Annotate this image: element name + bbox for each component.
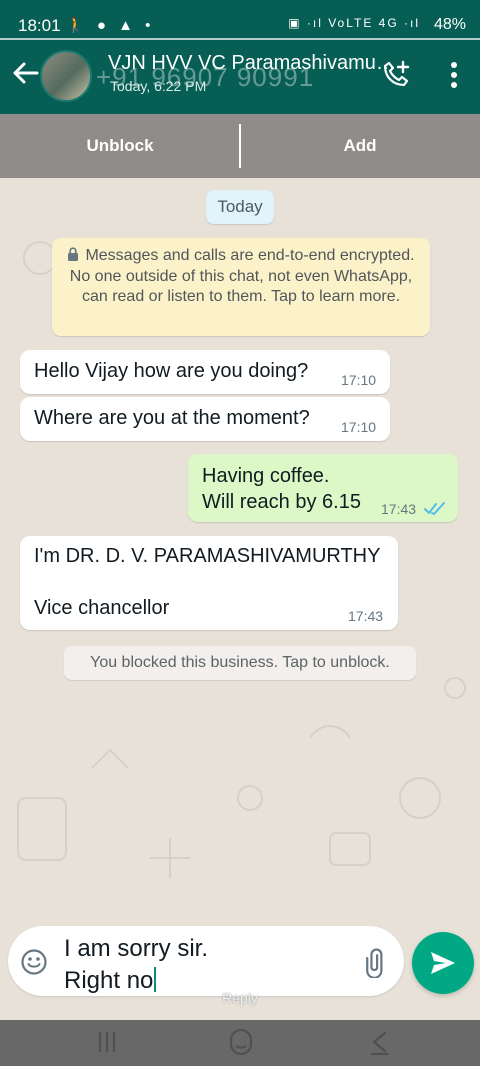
chat-area[interactable]: Today Messages and calls are end-to-end … (0, 178, 480, 920)
status-divider (0, 38, 480, 40)
status-time: 18:01 (18, 16, 61, 35)
message-time: 17:43 (348, 608, 384, 624)
send-icon (429, 950, 457, 976)
blocked-notice[interactable]: You blocked this business. Tap to unbloc… (64, 646, 416, 680)
message-time: 17:10 (341, 372, 377, 388)
recent-apps-icon[interactable] (92, 1025, 122, 1059)
message-input[interactable]: I am sorry sir. Right no (64, 934, 354, 995)
signal-icons: ▣ ·ıl VoLTE 4G ·ıl (288, 16, 420, 30)
message-time: 17:43 (381, 501, 417, 517)
message-bubble[interactable]: Hello Vijay how are you doing? 17:10 (20, 350, 390, 394)
encryption-notice[interactable]: Messages and calls are end-to-end encryp… (52, 238, 430, 336)
chat-header: VJN HVV VC Paramashivamur... +91 96907 9… (0, 42, 480, 114)
text-caret (154, 967, 157, 992)
paperclip-icon[interactable] (360, 948, 390, 979)
unblock-button[interactable]: Unblock (0, 114, 240, 178)
add-contact-button[interactable]: Add (240, 114, 480, 178)
message-input-text: I am sorry sir. Right no (64, 935, 209, 994)
add-call-icon[interactable] (380, 58, 412, 90)
message-text: I'm DR. D. V. PARAMASHIVAMURTHY Vice cha… (34, 545, 381, 619)
battery-indicator: 48% (433, 16, 466, 33)
nav-back-icon[interactable] (364, 1025, 394, 1059)
last-seen: Today, 6:22 PM (110, 78, 207, 94)
double-check-icon (424, 502, 446, 516)
message-text: Hello Vijay how are you doing? (34, 360, 309, 382)
emoji-icon[interactable] (20, 948, 48, 976)
message-bubble[interactable]: I'm DR. D. V. PARAMASHIVAMURTHY Vice cha… (20, 536, 398, 630)
message-text: Where are you at the moment? (34, 407, 310, 429)
status-bar: 18:01 🚶 ● ▲ • ▣ ·ıl VoLTE 4G ·ıl 48% (0, 0, 480, 42)
message-text: Having coffee. Will reach by 6.15 (202, 465, 361, 513)
home-icon[interactable] (226, 1025, 256, 1059)
encryption-text: Messages and calls are end-to-end encryp… (69, 247, 415, 305)
system-nav-bar (0, 1020, 480, 1066)
date-chip: Today (206, 190, 274, 224)
status-left-icons: 🚶 ● ▲ • (66, 17, 155, 34)
lock-icon (67, 247, 79, 261)
message-composer: I am sorry sir. Right no Reply (0, 920, 480, 1020)
send-button[interactable] (412, 932, 474, 994)
message-input-box[interactable]: I am sorry sir. Right no (8, 926, 404, 996)
chevron-up-icon[interactable] (229, 972, 251, 984)
message-time: 17:10 (341, 419, 377, 435)
message-bubble-outgoing[interactable]: Having coffee. Will reach by 6.15 17:43 (188, 454, 458, 522)
reply-label[interactable]: Reply (212, 990, 268, 1006)
back-arrow-icon[interactable] (10, 58, 40, 88)
business-action-bar: Unblock Add (0, 114, 480, 178)
more-vert-icon[interactable] (446, 60, 462, 90)
contact-avatar[interactable] (40, 50, 92, 102)
message-bubble[interactable]: Where are you at the moment? 17:10 (20, 397, 390, 441)
